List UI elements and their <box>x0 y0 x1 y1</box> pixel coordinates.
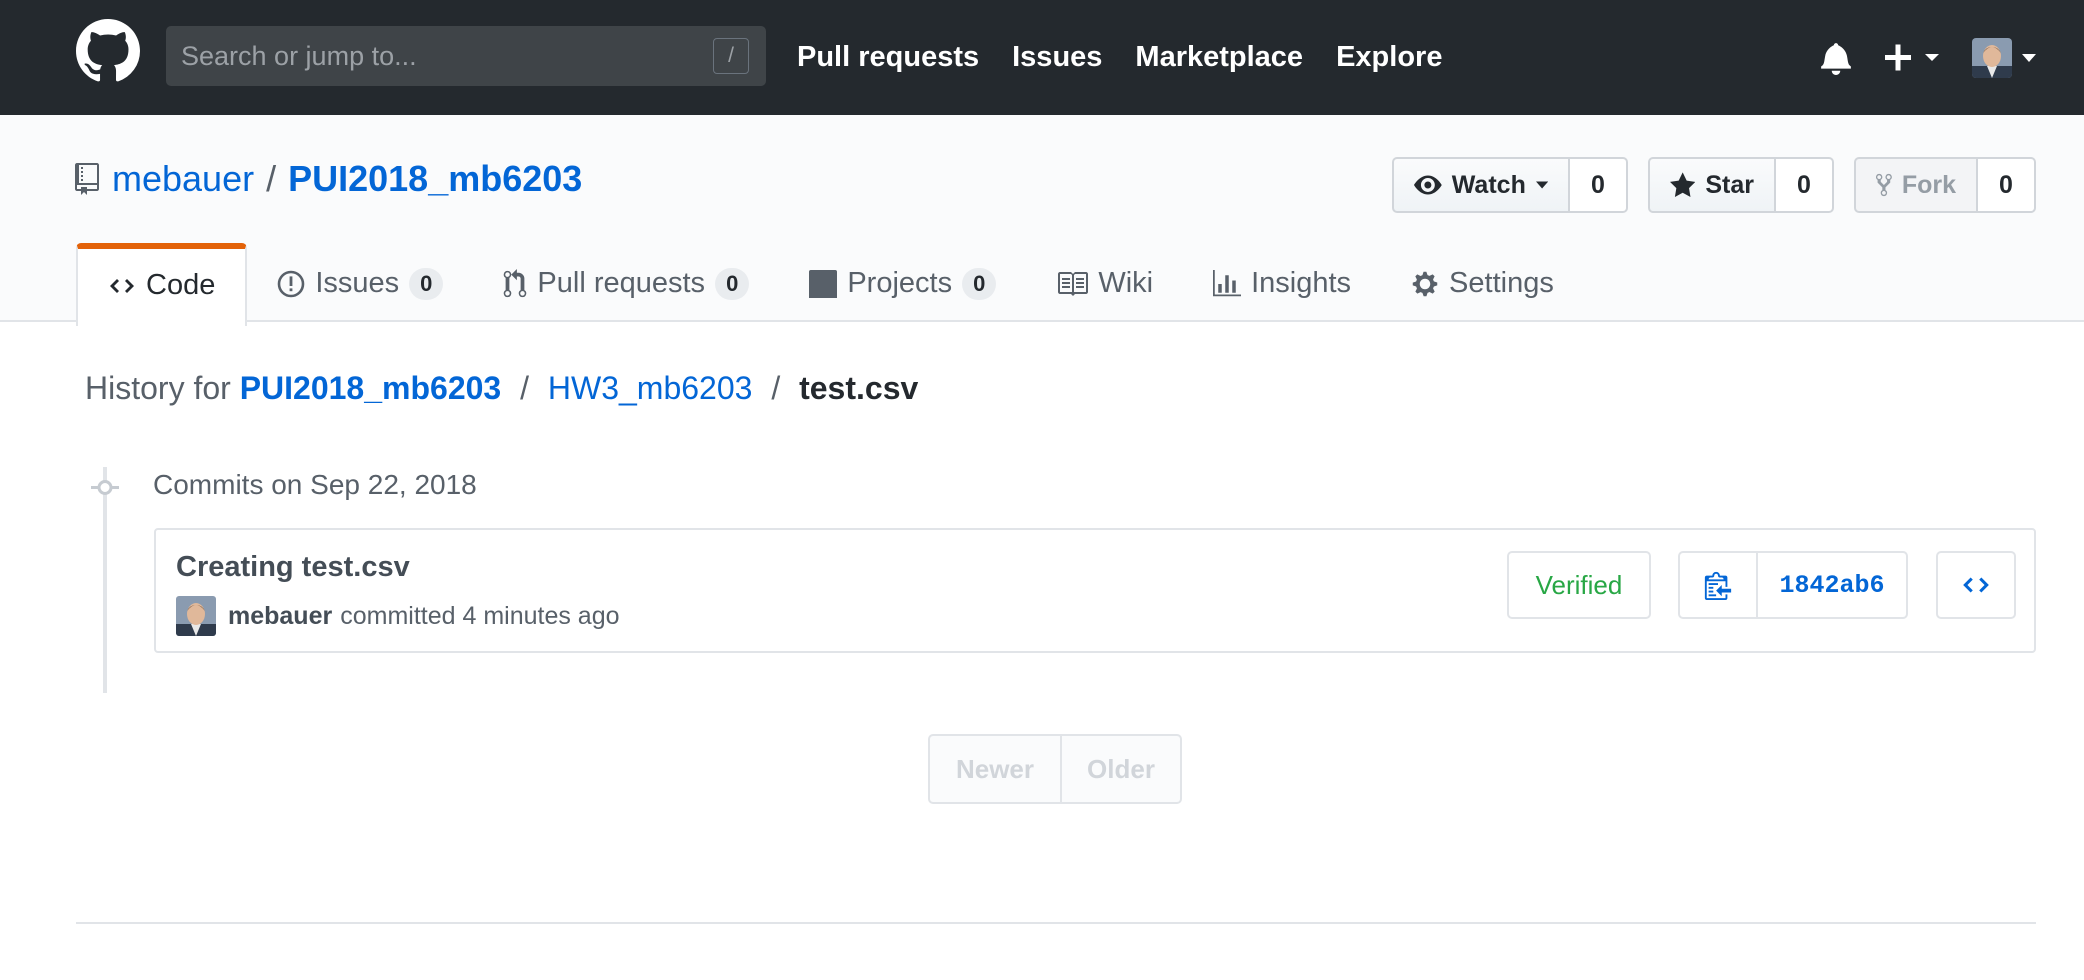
tab-settings-label: Settings <box>1449 267 1554 299</box>
newer-button[interactable]: Newer <box>928 734 1062 804</box>
commit-timeline-line <box>103 467 107 693</box>
fork-group: Fork 0 <box>1854 157 2036 213</box>
pagination: Newer Older <box>928 734 1182 804</box>
search-input[interactable] <box>166 26 766 86</box>
user-avatar[interactable] <box>1972 38 2012 78</box>
global-header: / Pull requests Issues Marketplace Explo… <box>0 0 2084 115</box>
repo-icon <box>75 163 99 195</box>
commit-title[interactable]: Creating test.csv <box>176 551 410 584</box>
create-new-plus-icon[interactable] <box>1885 41 1943 75</box>
commit-meta: mebauer committed 4 minutes ago <box>176 596 620 636</box>
history-prefix: History for <box>85 370 231 406</box>
eye-icon <box>1414 175 1442 195</box>
tab-projects[interactable]: Projects 0 <box>779 243 1026 324</box>
watch-group: Watch 0 <box>1392 157 1628 213</box>
commit-timestamp: committed 4 minutes ago <box>340 601 620 630</box>
commit-author-avatar[interactable] <box>176 596 216 636</box>
history-dir-link[interactable]: HW3_mb6203 <box>548 370 753 406</box>
verified-badge[interactable]: Verified <box>1507 551 1651 619</box>
tab-wiki[interactable]: Wiki <box>1026 243 1183 324</box>
tab-issues-label: Issues <box>315 267 400 299</box>
nav-explore[interactable]: Explore <box>1336 41 1442 74</box>
footer-divider <box>76 922 2036 924</box>
fork-icon <box>1876 173 1892 197</box>
history-file-name: test.csv <box>799 370 919 406</box>
nav-pull-requests[interactable]: Pull requests <box>797 41 979 74</box>
tab-settings[interactable]: Settings <box>1381 243 1584 324</box>
tab-projects-label: Projects <box>847 267 953 299</box>
clippy-icon <box>1704 571 1732 600</box>
watch-count[interactable]: 0 <box>1570 157 1628 213</box>
fork-label: Fork <box>1901 170 1956 199</box>
copy-sha-button[interactable] <box>1678 551 1758 619</box>
search-box[interactable]: / <box>166 26 766 86</box>
user-menu[interactable] <box>1972 38 2036 78</box>
repo-header: mebauer / PUI2018_mb6203 Watch 0 Star 0 <box>0 115 2084 326</box>
fork-count[interactable]: 0 <box>1978 157 2036 213</box>
issue-opened-icon <box>278 270 305 297</box>
search-shortcut-key: / <box>713 38 749 74</box>
star-icon <box>1670 172 1696 197</box>
graph-icon <box>1213 269 1242 296</box>
code-icon <box>110 278 134 293</box>
pull-requests-counter: 0 <box>715 267 750 300</box>
github-logo-icon[interactable] <box>76 19 140 83</box>
tab-issues[interactable]: Issues 0 <box>247 243 473 324</box>
repo-nav: Code Issues 0 Pull requests 0 Projects 0 <box>76 243 1584 326</box>
commit-list-item: Creating test.csv mebauer committed 4 mi… <box>154 528 2036 653</box>
watch-button[interactable]: Watch <box>1392 157 1570 213</box>
older-button[interactable]: Older <box>1062 734 1182 804</box>
tab-wiki-label: Wiki <box>1098 267 1154 299</box>
commit-sha-link[interactable]: 1842ab6 <box>1758 551 1908 619</box>
history-repo-link[interactable]: PUI2018_mb6203 <box>240 370 502 406</box>
repo-title-separator: / <box>266 158 277 199</box>
projects-counter: 0 <box>962 267 997 300</box>
git-commit-icon <box>91 480 119 495</box>
nav-issues[interactable]: Issues <box>1012 41 1102 74</box>
watch-label: Watch <box>1451 170 1526 199</box>
issues-counter: 0 <box>409 267 444 300</box>
pull-request-icon <box>504 268 527 297</box>
tab-code[interactable]: Code <box>76 243 248 326</box>
repo-title: mebauer / PUI2018_mb6203 <box>74 157 582 201</box>
tab-insights[interactable]: Insights <box>1183 243 1381 324</box>
gear-icon <box>1412 271 1438 296</box>
watch-caret-icon <box>1535 181 1548 189</box>
repo-name-link[interactable]: PUI2018_mb6203 <box>288 158 582 200</box>
star-label: Star <box>1705 170 1754 199</box>
notifications-bell-icon[interactable] <box>1820 41 1852 75</box>
project-icon <box>809 269 838 298</box>
repo-owner-link[interactable]: mebauer <box>112 158 254 200</box>
tab-pull-requests[interactable]: Pull requests 0 <box>473 243 779 324</box>
code-icon <box>1963 577 1989 593</box>
browse-repo-at-commit-button[interactable] <box>1936 551 2016 619</box>
global-nav: Pull requests Issues Marketplace Explore <box>797 0 1442 115</box>
star-count[interactable]: 0 <box>1776 157 1834 213</box>
fork-button[interactable]: Fork <box>1854 157 1978 213</box>
nav-marketplace[interactable]: Marketplace <box>1135 41 1303 74</box>
commit-sha-group: 1842ab6 <box>1678 551 1908 619</box>
star-button[interactable]: Star <box>1648 157 1776 213</box>
user-menu-caret-icon <box>2022 54 2036 62</box>
tab-insights-label: Insights <box>1251 267 1352 299</box>
book-icon <box>1058 271 1089 296</box>
breadcrumb-separator: / <box>771 370 781 406</box>
tab-pull-requests-label: Pull requests <box>537 267 706 299</box>
star-group: Star 0 <box>1648 157 1834 213</box>
tab-code-label: Code <box>146 269 216 301</box>
breadcrumb-separator: / <box>520 370 529 406</box>
history-breadcrumb: History for PUI2018_mb6203 / HW3_mb6203 … <box>85 370 918 407</box>
commit-author-link[interactable]: mebauer <box>228 602 332 631</box>
commits-date-heading: Commits on Sep 22, 2018 <box>153 469 477 500</box>
